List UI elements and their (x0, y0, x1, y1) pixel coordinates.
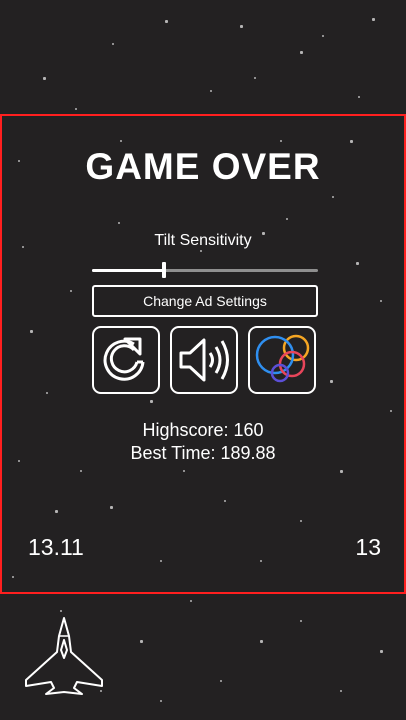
star (260, 640, 263, 643)
star (75, 108, 77, 110)
star (300, 620, 302, 622)
star (240, 25, 243, 28)
star (358, 96, 360, 98)
star (340, 690, 342, 692)
star (300, 51, 303, 54)
elapsed-time: 13.11 (28, 534, 84, 560)
slider-thumb[interactable] (162, 262, 166, 278)
star (43, 77, 46, 80)
star (140, 640, 143, 643)
tilt-sensitivity-slider[interactable] (92, 262, 318, 278)
change-ad-settings-button[interactable]: Change Ad Settings (92, 285, 318, 317)
slider-fill (92, 269, 164, 272)
star (322, 35, 324, 37)
star (60, 610, 62, 612)
highscore-text: Highscore: 160 (142, 420, 264, 440)
star (160, 700, 162, 702)
star (190, 600, 192, 602)
current-score: 13 (355, 534, 381, 560)
star (112, 43, 114, 45)
restart-button[interactable] (92, 326, 160, 394)
game-over-title: GAME OVER (85, 146, 321, 187)
spaceship-icon (25, 617, 103, 695)
game-center-button[interactable] (248, 326, 316, 394)
star (210, 90, 212, 92)
speaker-icon (179, 338, 229, 382)
star (220, 680, 222, 682)
restart-icon (103, 337, 145, 381)
game-center-icon (255, 334, 310, 383)
game-over-panel: GAME OVER Tilt Sensitivity Change Ad Set… (0, 114, 406, 594)
star (254, 77, 256, 79)
best-time-text: Best Time: 189.88 (130, 443, 276, 463)
game-screen: GAME OVER Tilt Sensitivity Change Ad Set… (0, 0, 406, 720)
star (372, 18, 375, 21)
sound-button[interactable] (170, 326, 238, 394)
star (165, 20, 168, 23)
tilt-sensitivity-label: Tilt Sensitivity (154, 232, 252, 249)
star (380, 650, 383, 653)
